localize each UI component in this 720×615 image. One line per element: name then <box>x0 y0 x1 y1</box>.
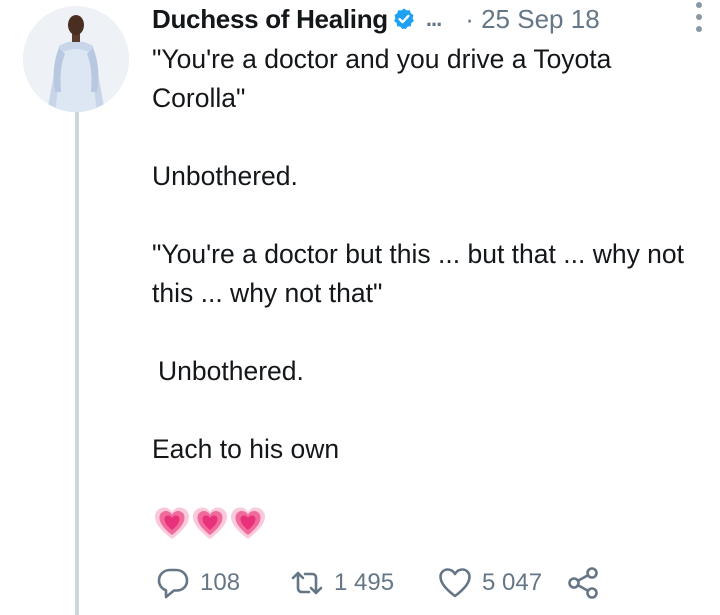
tweet-paragraph: Each to his own <box>152 434 340 464</box>
share-icon <box>568 567 598 599</box>
retweet-icon <box>291 571 323 595</box>
heart-outline-icon <box>439 568 471 598</box>
retweet-count: 1 495 <box>334 569 395 596</box>
more-vertical-icon[interactable] <box>694 2 704 32</box>
tweet-paragraph: "You're a doctor and you drive a Toyota … <box>152 44 612 113</box>
thread-line <box>75 110 79 615</box>
like-button[interactable]: 5 047 <box>438 563 566 603</box>
growing-heart-emoji <box>155 507 189 539</box>
like-count: 5 047 <box>482 569 543 596</box>
tweet-text: "You're a doctor and you drive a Toyota … <box>152 40 692 469</box>
tweet-paragraph: "You're a doctor but this ... but that .… <box>152 239 685 308</box>
avatar-image <box>23 6 129 112</box>
reply-count: 108 <box>200 569 241 596</box>
avatar[interactable] <box>23 6 129 112</box>
reply-button[interactable]: 108 <box>156 563 290 603</box>
emoji-row <box>154 506 266 542</box>
share-button[interactable] <box>566 563 600 603</box>
author-name[interactable]: Duchess of Healing <box>152 4 388 35</box>
retweet-button[interactable]: 1 495 <box>290 563 438 603</box>
tweet-date[interactable]: · 25 Sep 18 <box>465 4 599 35</box>
verified-badge-icon <box>392 7 416 31</box>
growing-heart-emoji <box>193 507 227 539</box>
reply-icon <box>157 568 189 599</box>
growing-heart-emoji <box>231 507 265 539</box>
name-truncation: ... <box>425 6 442 31</box>
tweet-paragraph: Unbothered. <box>158 356 304 386</box>
tweet-header: Duchess of Healing ... · 25 Sep 18 <box>152 2 702 36</box>
tweet-paragraph: Unbothered. <box>152 161 298 191</box>
tweet-actions: 108 1 495 5 047 <box>156 563 636 603</box>
